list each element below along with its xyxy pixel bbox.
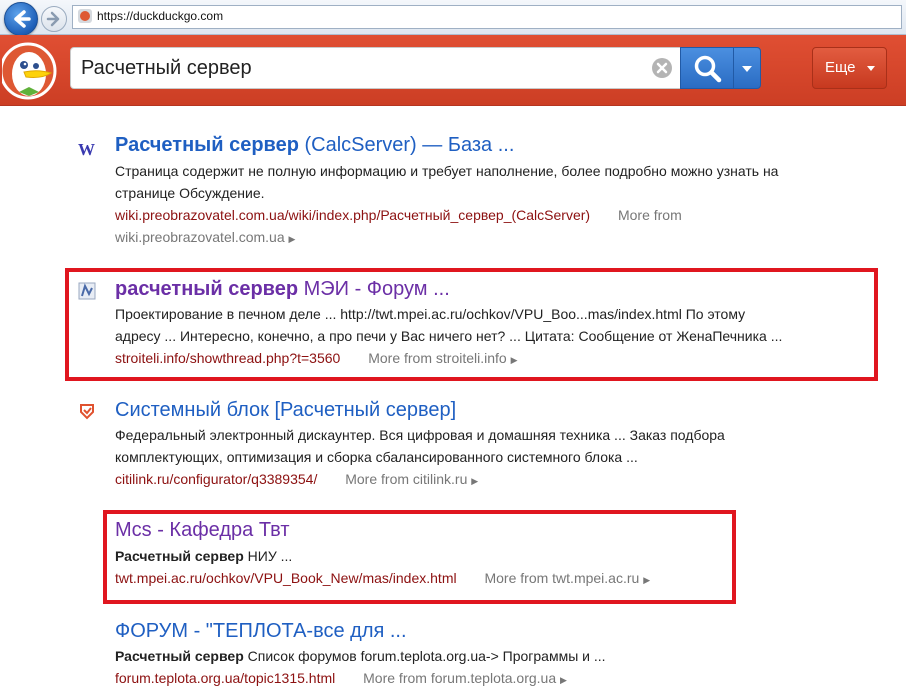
snippet-rest: Список форумов forum.teplota.org.ua-> Пр… xyxy=(243,648,606,664)
search-input[interactable] xyxy=(71,48,631,88)
result-url-link[interactable]: forum.teplota.org.ua/topic1315.html xyxy=(115,670,335,686)
more-from-link[interactable]: More from twt.mpei.ac.ru xyxy=(484,570,639,586)
search-icon xyxy=(694,55,722,83)
result-title-text: ФОРУМ - "ТЕПЛОТА-все для ... xyxy=(115,620,407,642)
more-from-link[interactable]: More from citilink.ru xyxy=(345,471,467,487)
clear-search-button[interactable] xyxy=(652,58,672,78)
result-snippet: Расчетный сервер НИУ ... twt.mpei.ac.ru/… xyxy=(115,545,885,591)
more-from-link[interactable]: More from xyxy=(618,207,682,223)
snippet-bold: Расчетный сервер xyxy=(115,648,244,664)
result-snippet: Федеральный электронный дискаунтер. Вся … xyxy=(115,424,885,492)
result-snippet: Расчетный сервер Список форумов forum.te… xyxy=(115,645,885,691)
address-url[interactable]: https://duckduckgo.com xyxy=(97,9,223,23)
snippet-line: Страница содержит не полную информацию и… xyxy=(115,163,779,179)
result-title-bold: Расчетный сервер xyxy=(115,134,299,156)
more-from-link[interactable]: More from stroiteli.info xyxy=(368,350,506,366)
search-box xyxy=(70,47,680,89)
result-title-link[interactable]: Системный блок [Расчетный сервер] xyxy=(115,399,456,422)
triangle-right-icon: ▶ xyxy=(510,355,518,365)
snippet-line: Проектирование в печном деле ... http://… xyxy=(115,306,746,322)
forum-site-icon xyxy=(78,282,96,300)
result-url-link[interactable]: twt.mpei.ac.ru/ochkov/VPU_Book_New/mas/i… xyxy=(115,570,457,586)
result-title-link[interactable]: Расчетный сервер (CalcServer) — База ... xyxy=(115,134,514,157)
result-title-rest: МЭИ - Форум ... xyxy=(298,278,450,300)
duckduckgo-logo-icon[interactable] xyxy=(0,41,62,108)
result-title-bold: расчетный сервер xyxy=(115,278,299,300)
result-title-rest: (CalcServer) — База ... xyxy=(298,134,515,156)
result-snippet: Проектирование в печном деле ... http://… xyxy=(115,303,885,371)
result-title-text: Системный блок [Расчетный сервер] xyxy=(115,399,457,421)
triangle-right-icon: ▶ xyxy=(560,675,567,685)
snippet-line: комплектующих, оптимизация и сборка сбал… xyxy=(115,449,638,465)
result-title-link[interactable]: расчетный сервер МЭИ - Форум ... xyxy=(115,278,450,301)
snippet-bold: Расчетный сервер xyxy=(115,548,244,564)
result-url-link[interactable]: wiki.preobrazovatel.com.ua/wiki/index.ph… xyxy=(115,207,590,223)
forward-arrow-icon xyxy=(46,11,60,27)
back-button[interactable] xyxy=(4,2,38,36)
triangle-right-icon: ▶ xyxy=(288,234,296,244)
back-arrow-icon xyxy=(14,10,31,28)
citilink-site-icon xyxy=(80,404,94,420)
triangle-right-icon: ▶ xyxy=(471,476,479,486)
snippet-rest: НИУ ... xyxy=(243,548,293,564)
triangle-right-icon: ▶ xyxy=(643,575,651,585)
wikipedia-icon: W xyxy=(78,140,95,159)
result-title-text: Mcs - Кафедра Твт xyxy=(115,519,290,541)
more-from-domain-link[interactable]: wiki.preobrazovatel.com.ua xyxy=(115,229,285,245)
more-from-link[interactable]: More from forum.teplota.org.ua xyxy=(363,670,556,686)
search-header: Еще xyxy=(0,35,906,106)
snippet-line: Федеральный электронный дискаунтер. Вся … xyxy=(115,427,725,443)
result-title-link[interactable]: ФОРУМ - "ТЕПЛОТА-все для ... xyxy=(115,620,407,643)
browser-toolbar: https://duckduckgo.com xyxy=(0,0,906,36)
more-menu-button[interactable]: Еще xyxy=(812,47,887,89)
result-url-link[interactable]: citilink.ru/configurator/q3389354/ xyxy=(115,471,317,487)
snippet-line: странице Обсуждение. xyxy=(115,185,265,201)
search-options-dropdown[interactable] xyxy=(733,47,761,89)
more-menu-label: Еще xyxy=(825,59,856,76)
search-button[interactable] xyxy=(680,47,734,89)
result-snippet: Страница содержит не полную информацию и… xyxy=(115,160,885,250)
result-url-link[interactable]: stroiteli.info/showthread.php?t=3560 xyxy=(115,350,340,366)
close-icon xyxy=(656,62,668,74)
snippet-line: адресу ... Интересно, конечно, а про печ… xyxy=(115,328,783,344)
site-favicon-icon xyxy=(78,9,92,23)
forward-button[interactable] xyxy=(41,6,67,32)
address-bar[interactable]: https://duckduckgo.com xyxy=(72,5,902,29)
result-title-link[interactable]: Mcs - Кафедра Твт xyxy=(115,519,290,542)
